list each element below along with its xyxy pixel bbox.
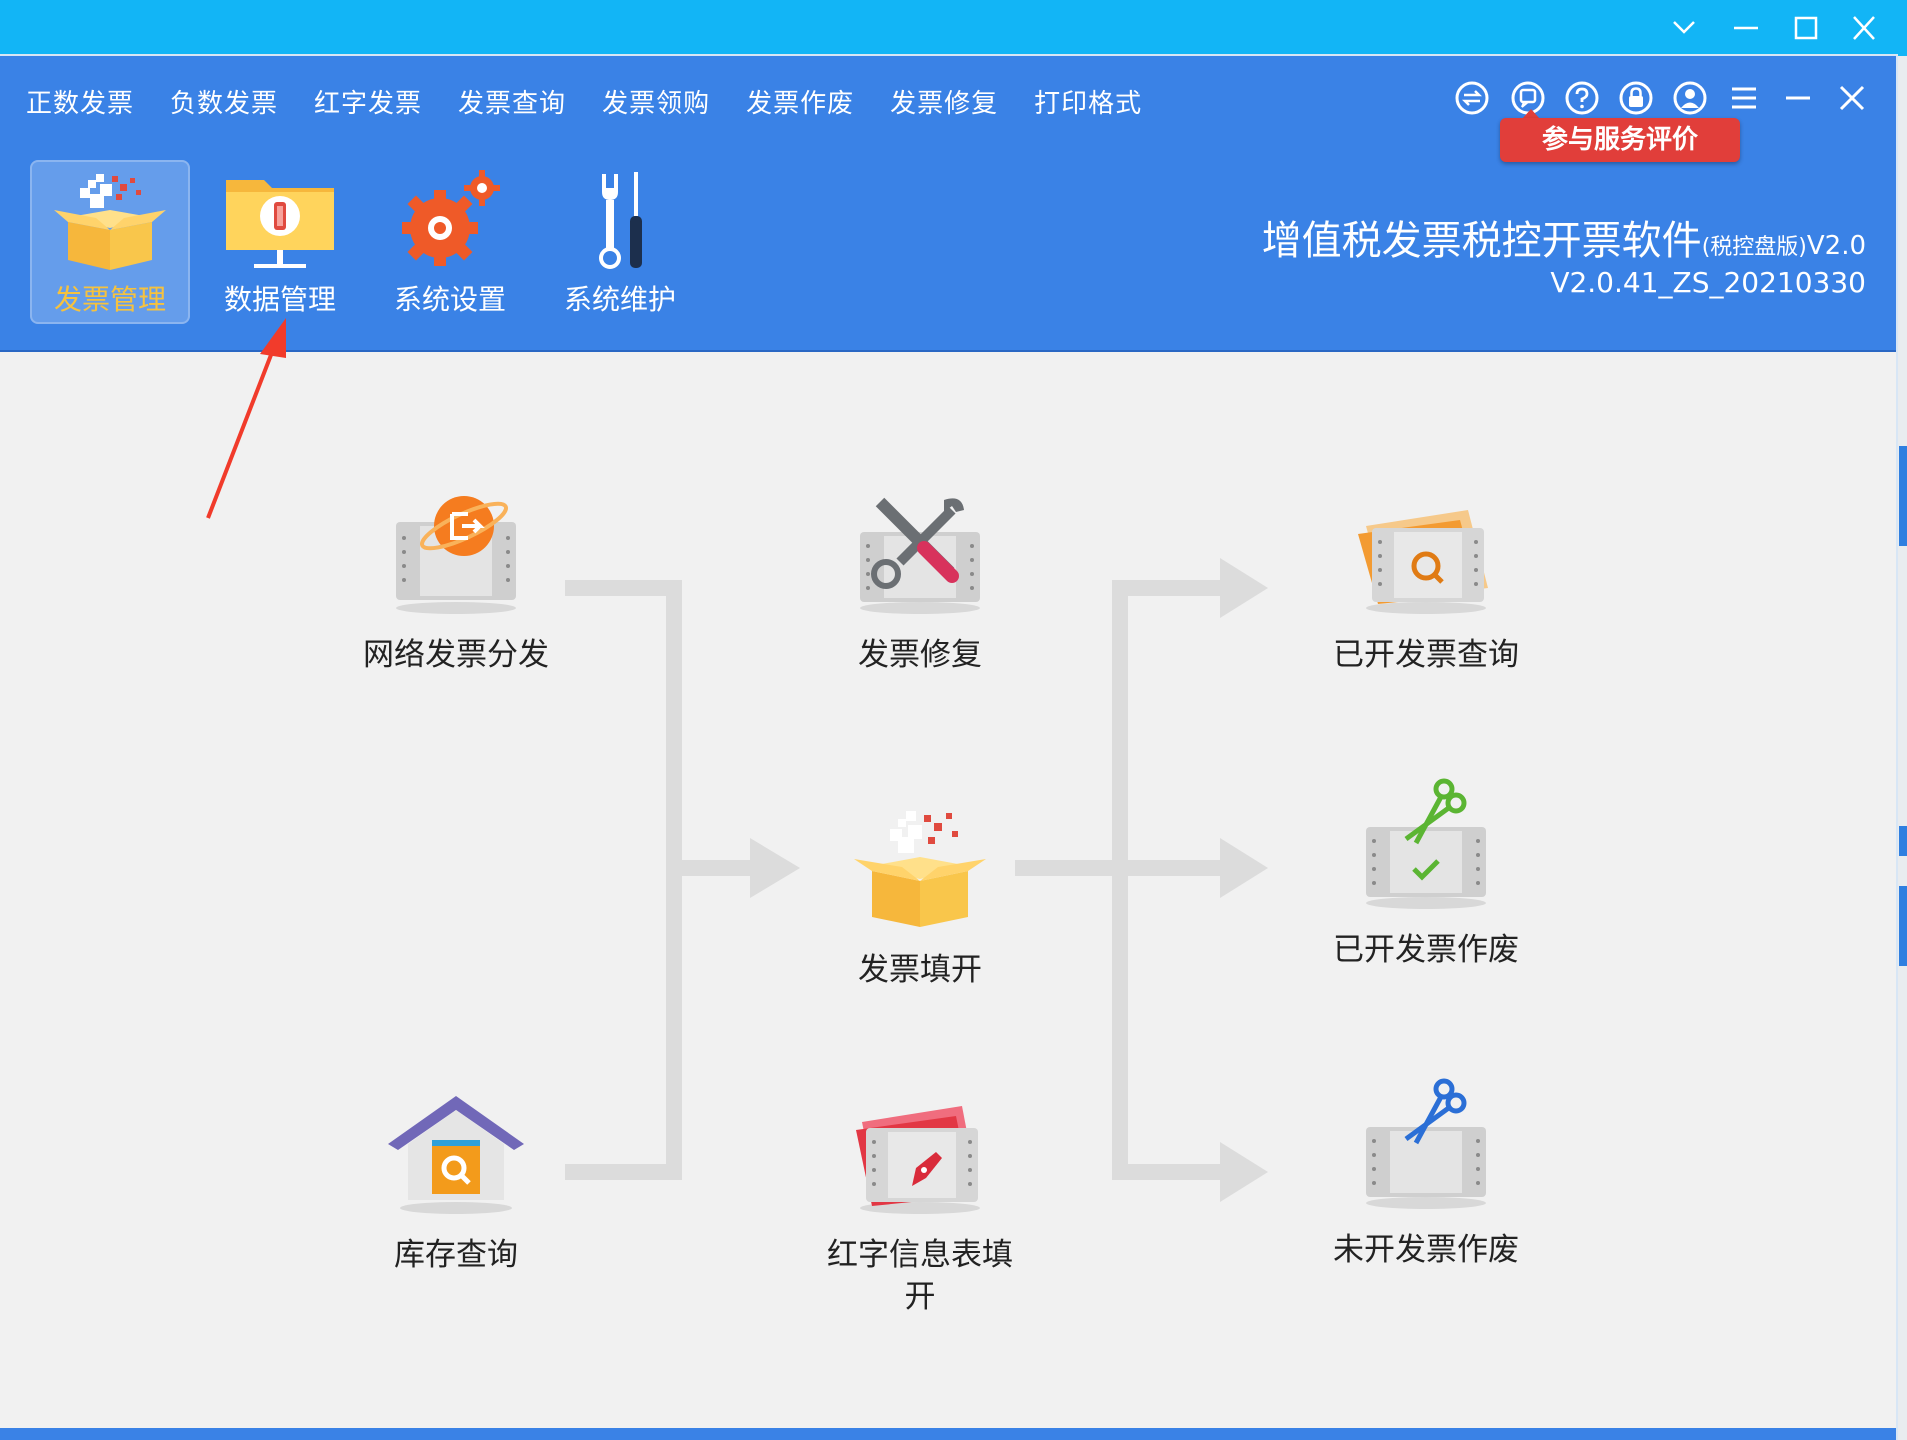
menu-item-red-invoice[interactable]: 红字发票 — [314, 80, 422, 128]
flow-item-issued-invoice-void[interactable]: 已开发票作废 — [1306, 777, 1546, 971]
menu-item-invoice-query[interactable]: 发票查询 — [458, 80, 566, 128]
menu-item-invoice-repair[interactable]: 发票修复 — [890, 80, 998, 128]
menu-item-positive-invoice[interactable]: 正数发票 — [26, 80, 134, 128]
window-minimize-icon[interactable] — [1724, 8, 1768, 48]
invoice-box-icon — [50, 166, 170, 274]
menu-item-invoice-purchase[interactable]: 发票领购 — [602, 80, 710, 128]
flow-item-network-distribute[interactable]: 网络发票分发 — [336, 482, 576, 676]
menu-item-negative-invoice[interactable]: 负数发票 — [170, 80, 278, 128]
flow-item-issued-invoice-query[interactable]: 已开发票查询 — [1306, 482, 1546, 676]
tool-system-maintenance[interactable]: 系统维护 — [540, 160, 700, 324]
flow-item-invoice-repair[interactable]: 发票修复 — [800, 482, 1040, 676]
issued-void-icon — [1346, 777, 1506, 917]
flow-item-label: 未开发票作废 — [1333, 1232, 1519, 1268]
tool-label: 发票管理 — [53, 283, 166, 316]
menu-item-invoice-void[interactable]: 发票作废 — [746, 80, 854, 128]
flow-item-label: 发票修复 — [858, 637, 982, 673]
repair-icon — [840, 482, 1000, 622]
app-edition: (税控盘版) — [1701, 235, 1807, 260]
flow-item-red-info-table[interactable]: 红字信息表填开 — [800, 1082, 1040, 1318]
tools-icon — [560, 166, 680, 274]
tool-label: 系统维护 — [563, 283, 676, 316]
gear-icon — [390, 166, 510, 274]
tool-system-settings[interactable]: 系统设置 — [370, 160, 530, 324]
background-window-edge — [1896, 56, 1907, 1440]
main-window: 正数发票 负数发票 红字发票 发票查询 发票领购 发票作废 发票修复 打印格式 — [0, 56, 1896, 1440]
flow-item-unissued-invoice-void[interactable]: 未开发票作废 — [1306, 1077, 1546, 1271]
switch-icon[interactable] — [1452, 78, 1492, 118]
window-bottom-border — [0, 1428, 1896, 1440]
service-evaluation-label: 参与服务评价 — [1500, 118, 1740, 162]
inventory-house-icon — [376, 1082, 536, 1222]
flow-item-label: 发票填开 — [858, 952, 982, 988]
tool-invoice-management[interactable]: 发票管理 — [30, 160, 190, 324]
minimize-icon[interactable] — [1778, 78, 1818, 118]
user-icon[interactable] — [1670, 78, 1710, 118]
flow-item-label: 已开发票作废 — [1333, 932, 1519, 968]
flow-item-label: 已开发票查询 — [1333, 637, 1519, 673]
app-title: 增值税发票税控开票软件(税控盘版)V2.0 — [1262, 208, 1866, 266]
network-distribute-icon — [376, 482, 536, 622]
lock-icon[interactable] — [1616, 78, 1656, 118]
menu-item-print-format[interactable]: 打印格式 — [1034, 80, 1142, 128]
flow-item-label: 网络发票分发 — [363, 637, 549, 673]
window-titlebar — [0, 0, 1907, 56]
function-flow: 网络发票分发 库存查询 发票修复 发票填开 红字信息表填开 已开发票查询 已开发… — [0, 352, 1896, 1440]
flow-item-label: 库存查询 — [394, 1237, 518, 1273]
app-build-version: V2.0.41_ZS_20210330 — [1550, 266, 1866, 299]
flow-item-fill-invoice[interactable]: 发票填开 — [800, 797, 1040, 991]
issued-query-icon — [1346, 482, 1506, 622]
flow-item-label: 红字信息表填开 — [827, 1237, 1013, 1315]
top-menu: 正数发票 负数发票 红字发票 发票查询 发票领购 发票作废 发票修复 打印格式 — [26, 80, 1178, 128]
data-folder-icon — [220, 166, 340, 274]
window-maximize-icon[interactable] — [1784, 8, 1828, 48]
service-evaluation-tip[interactable]: 参与服务评价 — [1500, 109, 1740, 170]
unissued-void-icon — [1346, 1077, 1506, 1217]
fill-invoice-icon — [840, 797, 1000, 937]
collapse-chevron-icon[interactable] — [1662, 8, 1706, 48]
window-close-icon[interactable] — [1842, 8, 1886, 48]
close-icon[interactable] — [1832, 78, 1872, 118]
menu-icon[interactable] — [1724, 78, 1764, 118]
app-title-text: 增值税发票税控开票软件 — [1261, 218, 1702, 264]
tool-label: 系统设置 — [393, 283, 506, 316]
flow-item-inventory-query[interactable]: 库存查询 — [336, 1082, 576, 1276]
red-info-icon — [840, 1082, 1000, 1222]
help-icon[interactable] — [1562, 78, 1602, 118]
app-version-suffix: V2.0 — [1806, 231, 1866, 261]
tool-data-management[interactable]: 数据管理 — [200, 160, 360, 324]
